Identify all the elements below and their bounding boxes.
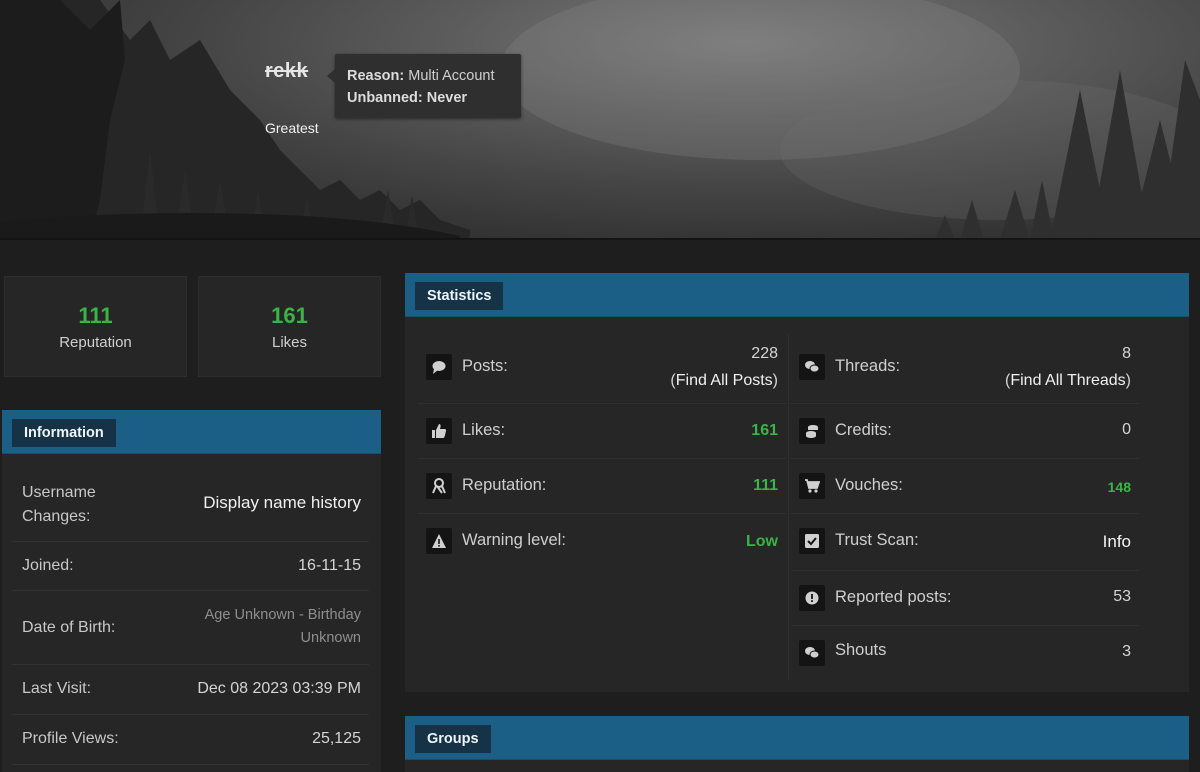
- stat-label: Vouches:: [835, 476, 903, 494]
- ban-reason-value: Multi Account: [408, 68, 495, 84]
- info-row-last-visit: Last Visit: Dec 08 2023 03:39 PM: [12, 665, 369, 715]
- stat-reported-posts: Reported posts: 53: [791, 571, 1139, 626]
- ban-unbanned-label: Unbanned:: [347, 90, 423, 106]
- info-label: Profile Views:: [22, 730, 119, 747]
- find-paren-close: ): [1125, 372, 1131, 389]
- trust-scan-info-link[interactable]: Info: [1103, 532, 1131, 552]
- stat-value: 8: [1122, 345, 1131, 362]
- reputation-summary-label: Reputation: [59, 334, 132, 351]
- info-value: 16-11-15: [298, 557, 361, 574]
- stat-shouts: Shouts 3: [791, 626, 1139, 681]
- info-value: Dec 08 2023 03:39 PM: [197, 680, 361, 697]
- information-panel: Information Username Changes: Display na…: [2, 410, 381, 772]
- stat-reputation: Reputation: 111: [418, 459, 786, 514]
- coins-icon: [799, 418, 825, 444]
- likes-summary-value: 161: [271, 303, 308, 328]
- find-paren-close: ): [772, 372, 778, 389]
- stat-warning-level: Warning level: Low: [418, 514, 786, 569]
- stat-value: 53: [1113, 588, 1131, 605]
- info-label: Date of Birth:: [22, 619, 116, 636]
- stat-value: 111: [753, 477, 778, 494]
- find-all-threads-link[interactable]: Find All Threads: [1010, 372, 1125, 389]
- stat-label: Reputation:: [462, 476, 547, 494]
- checkbox-icon: [799, 528, 825, 554]
- exclamation-circle-icon: [799, 585, 825, 611]
- speech-bubble-icon: [426, 354, 452, 380]
- comments-icon: [799, 640, 825, 666]
- ban-reason-label: Reason:: [347, 68, 405, 84]
- information-panel-header: Information: [2, 410, 381, 454]
- groups-panel-title: Groups: [415, 725, 491, 753]
- stat-vouches: Vouches: 148: [791, 459, 1139, 514]
- likes-summary-box: 161 Likes: [198, 276, 381, 377]
- stat-label: Posts:: [462, 357, 508, 375]
- info-row-date-of-birth: Date of Birth: Age Unknown - Birthday Un…: [12, 591, 369, 665]
- profile-user-title: Greatest: [265, 120, 319, 136]
- statistics-panel-header: Statistics: [405, 273, 1189, 317]
- ribbon-icon: [426, 473, 452, 499]
- shopping-cart-icon: [799, 473, 825, 499]
- display-name-history-link[interactable]: Display name history: [203, 491, 361, 515]
- stat-threads: Threads: 8 (Find All Threads): [791, 338, 1139, 404]
- stat-value: 228: [751, 345, 778, 362]
- groups-panel-header: Groups: [405, 716, 1189, 760]
- info-row-joined: Joined: 16-11-15: [12, 542, 369, 591]
- information-panel-title: Information: [12, 419, 116, 447]
- stat-trust-scan: Trust Scan: Info: [791, 514, 1139, 571]
- forest-background: [0, 0, 1200, 238]
- find-all-posts-link[interactable]: Find All Posts: [676, 372, 773, 389]
- info-label: Username Changes:: [22, 484, 96, 525]
- stat-value: Low: [746, 533, 778, 550]
- info-label: Joined:: [22, 557, 74, 574]
- stat-credits: Credits: 0: [791, 404, 1139, 459]
- stat-value: 3: [1122, 643, 1131, 660]
- info-value: 25,125: [312, 730, 361, 747]
- info-value-birthday: Age Unknown - Birthday Unknown: [204, 607, 361, 646]
- stat-label: Trust Scan:: [835, 531, 919, 549]
- statistics-panel-title: Statistics: [415, 282, 504, 310]
- stat-value: 161: [751, 422, 778, 439]
- comments-icon: [799, 354, 825, 380]
- statistics-column-divider: [788, 334, 789, 679]
- stat-label: Shouts: [835, 641, 887, 659]
- info-label: Last Visit:: [22, 680, 92, 697]
- profile-username[interactable]: rekk: [265, 60, 308, 83]
- find-all-threads: (Find All Threads): [1005, 372, 1131, 390]
- stat-label: Reported posts:: [835, 588, 952, 606]
- profile-banner: rekk Reason: Multi Account Unbanned: Nev…: [0, 0, 1200, 240]
- info-row-profile-views: Profile Views: 25,125: [12, 715, 369, 765]
- ban-unbanned-value: Never: [426, 90, 468, 106]
- reputation-summary-box: 111 Reputation: [4, 276, 187, 377]
- ban-info-tooltip: Reason: Multi Account Unbanned: Never: [327, 54, 521, 118]
- stat-label: Likes:: [462, 421, 506, 439]
- stat-label: Credits:: [835, 421, 892, 439]
- stat-posts: Posts: 228 (Find All Posts): [418, 338, 786, 404]
- stat-label: Threads:: [835, 357, 901, 375]
- stat-value: 0: [1122, 421, 1131, 438]
- reputation-summary-value: 111: [78, 303, 113, 328]
- warning-triangle-icon: [426, 528, 452, 554]
- thumbs-up-icon: [426, 418, 452, 444]
- stat-likes: Likes: 161: [418, 404, 786, 459]
- stat-label: Warning level:: [462, 531, 566, 549]
- likes-summary-label: Likes: [271, 334, 308, 351]
- info-row-username-changes: Username Changes: Display name history: [12, 474, 369, 542]
- stat-value: 148: [1107, 479, 1131, 495]
- groups-panel: Groups: [405, 716, 1189, 772]
- find-all-posts: (Find All Posts): [670, 372, 778, 390]
